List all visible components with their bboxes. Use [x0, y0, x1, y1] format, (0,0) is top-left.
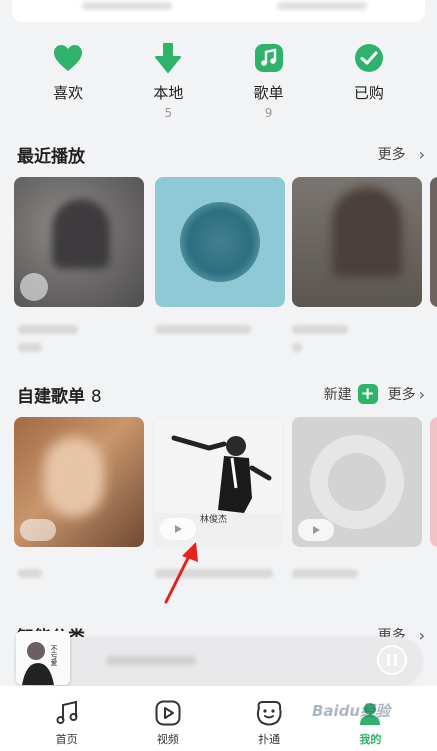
- more-label: 更多: [387, 387, 416, 403]
- quick-label: 已购: [353, 84, 384, 102]
- download-arrow-icon: [152, 42, 184, 74]
- chevron-right-icon: ›: [418, 144, 425, 164]
- quick-label: 喜欢: [53, 84, 84, 102]
- nav-putong[interactable]: 扑通: [234, 686, 304, 751]
- section-title-text: 自建歌单: [17, 386, 85, 407]
- account-card[interactable]: [12, 0, 425, 22]
- playlists-more-button[interactable]: 更多 ›: [388, 384, 425, 404]
- mini-player[interactable]: [16, 637, 422, 685]
- nav-label: 视频: [156, 733, 179, 746]
- song-title-blur: [106, 656, 196, 665]
- section-title: 自建歌单 8: [17, 382, 102, 407]
- more-label: 更多: [377, 147, 406, 163]
- nav-home[interactable]: 首页: [32, 686, 102, 751]
- recent-card[interactable]: [292, 177, 422, 307]
- artwork-text: 不亏爱: [50, 645, 58, 667]
- play-icon[interactable]: [20, 519, 56, 541]
- playlist-cards: 林俊杰: [14, 417, 437, 607]
- recent-cards: [14, 177, 437, 367]
- annotation-arrow-icon: [164, 542, 198, 604]
- play-icon[interactable]: [298, 519, 334, 541]
- quick-favorites[interactable]: 喜欢: [28, 42, 108, 122]
- recent-more-button[interactable]: 更多 ›: [378, 144, 425, 164]
- pause-button[interactable]: [377, 645, 407, 675]
- chevron-right-icon: ›: [418, 625, 425, 645]
- check-circle-icon: [353, 42, 385, 74]
- nav-label: 扑通: [258, 733, 281, 746]
- quick-label: 本地: [153, 84, 184, 102]
- quick-access-row: 喜欢 本地 5 歌单 9 已购: [0, 42, 437, 122]
- smile-face-icon: [254, 698, 284, 728]
- plus-icon: +: [357, 384, 378, 404]
- recent-card[interactable]: [14, 177, 144, 307]
- blurred-text: [82, 2, 172, 10]
- blurred-text: [277, 2, 367, 10]
- music-note-icon: [253, 42, 285, 74]
- album-title-text: 林俊杰: [200, 513, 227, 524]
- playlists-header: 自建歌单 8 新建 + 更多 ›: [17, 381, 425, 407]
- mini-player-artwork[interactable]: 不亏爱: [16, 631, 70, 685]
- chevron-right-icon: ›: [418, 384, 425, 404]
- recent-card[interactable]: [155, 177, 285, 307]
- play-square-icon: [153, 698, 183, 728]
- play-icon[interactable]: [20, 273, 48, 301]
- play-icon[interactable]: [160, 518, 196, 540]
- playlist-card-highlighted[interactable]: 林俊杰: [153, 417, 283, 547]
- music-note-icon: [52, 698, 82, 728]
- nav-label: 我的: [359, 733, 382, 746]
- playlist-card[interactable]: [14, 417, 144, 547]
- quick-local[interactable]: 本地 5: [128, 42, 208, 122]
- quick-count: 9: [264, 106, 273, 120]
- recent-card[interactable]: [430, 177, 437, 307]
- quick-label: 歌单: [253, 84, 284, 102]
- heart-icon: [52, 42, 84, 74]
- recent-header: 最近播放 更多 ›: [17, 141, 425, 167]
- nav-video[interactable]: 视频: [133, 686, 203, 751]
- quick-count: 5: [164, 106, 173, 120]
- quick-playlists[interactable]: 歌单 9: [229, 42, 309, 122]
- watermark: Baidu经验: [312, 702, 391, 720]
- playlist-count: 8: [90, 386, 102, 407]
- new-playlist-button[interactable]: 新建 +: [324, 384, 378, 404]
- nav-label: 首页: [55, 733, 78, 746]
- section-title: 最近播放: [17, 146, 85, 167]
- quick-purchased[interactable]: 已购: [329, 42, 409, 122]
- new-label: 新建: [323, 387, 352, 403]
- playlist-card[interactable]: [292, 417, 422, 547]
- playlist-card[interactable]: [430, 417, 437, 547]
- pause-icon: [387, 654, 397, 666]
- playlist-actions: 新建 + 更多 ›: [324, 384, 425, 404]
